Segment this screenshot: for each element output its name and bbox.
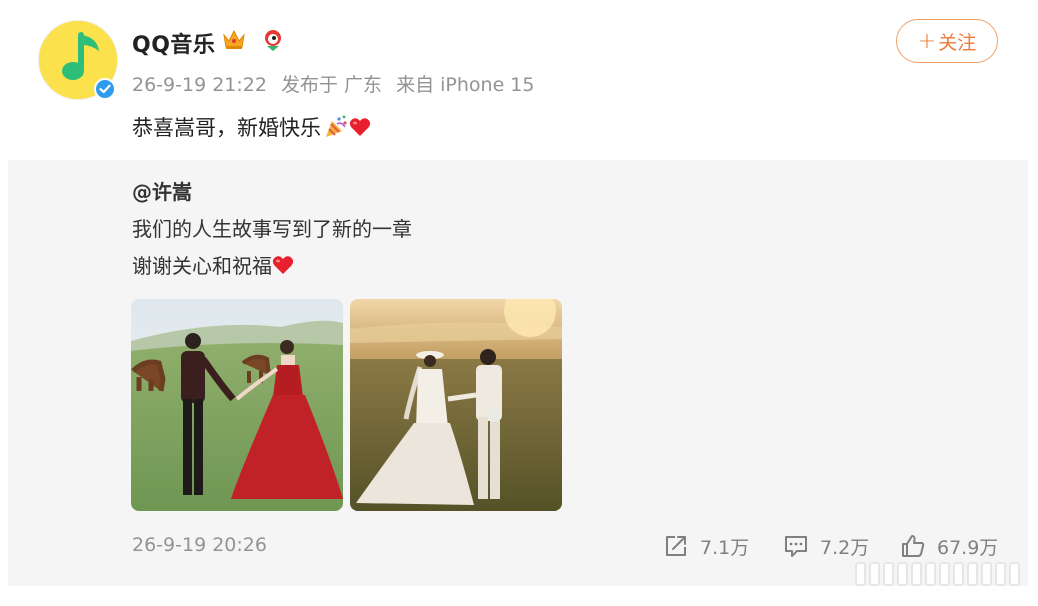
crown-icon[interactable]: [222, 28, 246, 50]
repost-user[interactable]: @许嵩: [132, 176, 192, 205]
post-source: 来自 iPhone 15: [396, 74, 535, 96]
follow-label: 关注: [938, 31, 977, 54]
like-button[interactable]: 67.9万: [899, 532, 998, 560]
avatar[interactable]: [38, 20, 118, 100]
repost-card[interactable]: @许嵩 我们的人生故事写到了新的一章 谢谢关心和祝福 26-9-19 20:26…: [8, 160, 1028, 586]
wedding-photo-2[interactable]: [350, 299, 562, 511]
verified-icon: [94, 78, 116, 100]
thumbs-up-icon: [902, 535, 925, 557]
repost-time: 26-9-19 20:26: [132, 534, 267, 556]
share-icon: [666, 536, 686, 556]
bird-icon[interactable]: [262, 28, 284, 52]
post-text-content: 恭喜嵩哥，新婚快乐: [132, 116, 321, 140]
post-location: 发布于 广东: [281, 74, 383, 96]
repost-text-line-1: 我们的人生故事写到了新的一章: [132, 217, 412, 241]
weibo-post: QQ音乐 26-9-19 21:22 发布于 广东 来自 iPhone 15 +…: [8, 0, 1028, 606]
post-text: 恭喜嵩哥，新婚快乐: [132, 112, 371, 142]
watermark-bars: [855, 562, 1020, 586]
comment-button[interactable]: 7.2万: [782, 532, 869, 560]
share-button[interactable]: 7.1万: [662, 532, 749, 560]
post-date: 26-9-19 21:22: [132, 74, 267, 96]
post-meta: 26-9-19 21:22 发布于 广东 来自 iPhone 15: [132, 70, 542, 97]
repost-text-line-2: 谢谢关心和祝福: [132, 250, 294, 279]
like-count: 67.9万: [937, 536, 999, 559]
heart-icon: [349, 118, 371, 136]
share-count: 7.1万: [700, 536, 750, 559]
plus-icon: +: [917, 28, 937, 54]
comment-icon: [785, 536, 807, 557]
author-name[interactable]: QQ音乐: [132, 27, 215, 59]
page: QQ音乐 26-9-19 21:22 发布于 广东 来自 iPhone 15 +…: [0, 0, 1038, 606]
repost-text-line-2-content: 谢谢关心和祝福: [132, 254, 272, 278]
follow-button[interactable]: + 关注: [896, 19, 998, 63]
heart-icon: [272, 255, 294, 274]
comment-count: 7.2万: [820, 536, 870, 559]
wedding-photo-1[interactable]: [131, 299, 343, 511]
party-popper-icon: [326, 115, 347, 137]
